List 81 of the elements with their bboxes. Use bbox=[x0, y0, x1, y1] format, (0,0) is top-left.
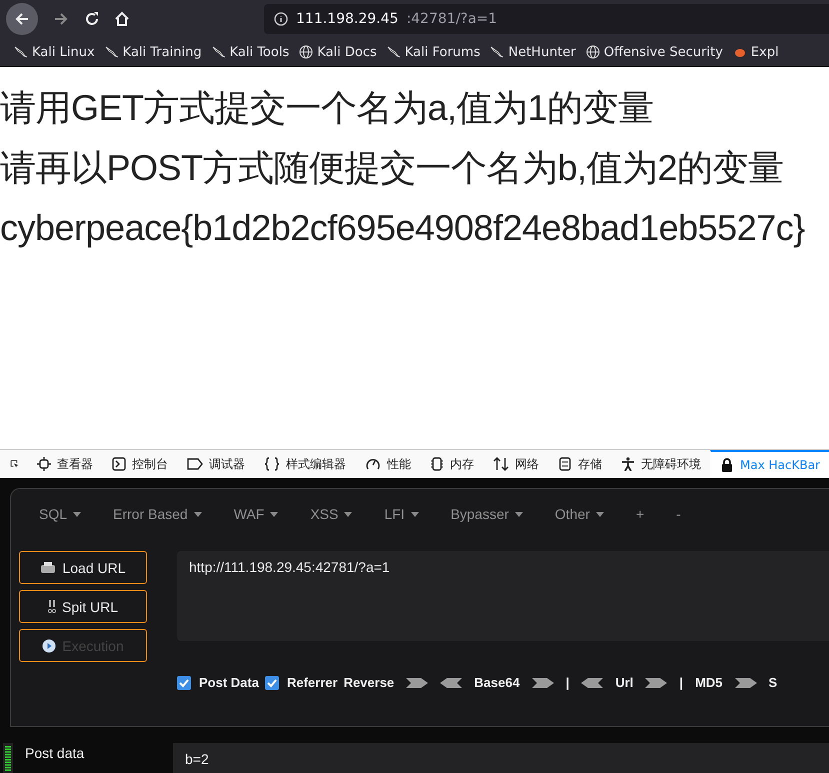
devtools-tab[interactable]: 样式编辑器 bbox=[254, 450, 355, 478]
left-chevron-icon[interactable] bbox=[581, 678, 604, 688]
reload-icon[interactable] bbox=[84, 11, 100, 27]
braces-icon bbox=[264, 457, 280, 471]
bookmark-item[interactable]: Expl bbox=[732, 44, 779, 60]
globe-icon bbox=[299, 45, 314, 59]
right-chevron-icon[interactable] bbox=[645, 678, 668, 688]
devtools-tab[interactable]: Max HacKBar bbox=[710, 450, 829, 478]
page-text: 请用GET方式提交一个名为a,值为1的变量 bbox=[0, 86, 655, 130]
separator-text: | bbox=[566, 675, 570, 690]
option-label[interactable]: MD5 bbox=[695, 675, 723, 690]
info-icon[interactable] bbox=[274, 12, 288, 26]
printer-icon bbox=[40, 562, 56, 574]
caret-icon bbox=[194, 512, 202, 516]
separator-text: | bbox=[679, 675, 684, 690]
devtools-tab[interactable]: 查看器 bbox=[27, 450, 102, 478]
gauge-icon bbox=[365, 457, 381, 471]
right-chevron-icon[interactable] bbox=[532, 678, 554, 688]
menu-item[interactable]: Error Based bbox=[113, 506, 202, 522]
globe-icon bbox=[586, 45, 600, 59]
menu-item[interactable]: SQL bbox=[39, 506, 82, 522]
url-path: :42781/?a=1 bbox=[406, 11, 498, 27]
bookmark-item[interactable]: Kali Docs bbox=[299, 44, 377, 60]
devtools-tab[interactable]: 性能 bbox=[355, 450, 420, 478]
bookmark-item[interactable]: Kali Forums bbox=[386, 44, 480, 60]
right-chevron-icon[interactable] bbox=[734, 678, 757, 688]
option-label: Referrer bbox=[286, 675, 338, 690]
person-icon bbox=[621, 457, 635, 471]
menu-item[interactable]: LFI bbox=[384, 506, 419, 522]
checkbox[interactable] bbox=[177, 676, 191, 690]
page-text: 请再以POST方式随便提交一个名为b,值为2的变量 bbox=[0, 146, 785, 190]
hackbar-button[interactable]: Spit URL bbox=[19, 590, 147, 623]
menu-item[interactable]: Other bbox=[554, 506, 604, 522]
inspector-icon bbox=[37, 457, 51, 471]
url-textarea[interactable]: http://111.198.29.45:42781/?a=1 bbox=[177, 551, 829, 641]
level-meter-icon bbox=[3, 743, 13, 773]
bookmark-item[interactable]: Kali Linux bbox=[14, 44, 95, 60]
hackbar-button[interactable]: Load URL bbox=[19, 551, 147, 584]
arrows-icon bbox=[493, 457, 509, 471]
option-label[interactable]: S bbox=[768, 675, 778, 690]
devtools-tab[interactable]: 网络 bbox=[483, 450, 548, 478]
home-icon[interactable] bbox=[114, 11, 130, 27]
devtools-tab[interactable]: 存储 bbox=[548, 450, 611, 478]
caret-icon bbox=[514, 512, 523, 516]
right-chevron-icon[interactable] bbox=[406, 678, 428, 688]
post-data-field[interactable]: b=2 bbox=[173, 743, 829, 773]
caret-icon bbox=[596, 512, 604, 516]
menu-item[interactable]: + bbox=[636, 506, 644, 522]
bookmark-item[interactable]: Kali Tools bbox=[212, 44, 290, 60]
option-label[interactable]: Base64 bbox=[474, 675, 520, 690]
caret-icon bbox=[344, 512, 352, 516]
option-label[interactable]: Url bbox=[615, 675, 634, 690]
menu-item[interactable]: WAF bbox=[234, 506, 278, 522]
devtools-tab[interactable]: 调试器 bbox=[177, 450, 254, 478]
console-icon bbox=[112, 457, 126, 471]
storage-icon bbox=[558, 457, 572, 471]
caret-icon bbox=[270, 512, 278, 516]
option-label[interactable]: Reverse bbox=[344, 675, 394, 690]
caret-icon bbox=[410, 512, 419, 516]
menu-item[interactable]: - bbox=[676, 506, 681, 522]
page-text: cyberpeace{b1d2b2cf695e4908f24e8bad1eb5527c} bbox=[0, 206, 806, 250]
lock-icon bbox=[720, 458, 734, 472]
chip-icon bbox=[430, 457, 444, 471]
post-data-label: Post data bbox=[25, 744, 86, 761]
tag-icon bbox=[187, 457, 203, 471]
url-host: 111.198.29.45 bbox=[296, 11, 398, 27]
menu-item[interactable]: Bypasser bbox=[450, 506, 523, 522]
devtools-tab[interactable]: 内存 bbox=[420, 450, 483, 478]
option-label: Post Data bbox=[199, 675, 259, 690]
caret-icon bbox=[73, 512, 82, 516]
bookmark-item[interactable]: NetHunter bbox=[490, 44, 576, 60]
bookmark-item[interactable]: Offensive Security bbox=[586, 44, 723, 60]
bookmark-item[interactable]: Kali Training bbox=[104, 44, 202, 60]
devtools-tab[interactable]: 无障碍环境 bbox=[611, 450, 710, 478]
devtools-tab[interactable]: 控制台 bbox=[102, 450, 177, 478]
play-icon bbox=[42, 638, 56, 652]
menu-item[interactable]: XSS bbox=[310, 506, 352, 522]
checkbox[interactable] bbox=[264, 676, 279, 690]
back-button[interactable] bbox=[6, 3, 38, 35]
address-bar[interactable]: 111.198.29.45 :42781/?a=1 bbox=[264, 4, 829, 34]
left-chevron-icon[interactable] bbox=[440, 678, 462, 688]
